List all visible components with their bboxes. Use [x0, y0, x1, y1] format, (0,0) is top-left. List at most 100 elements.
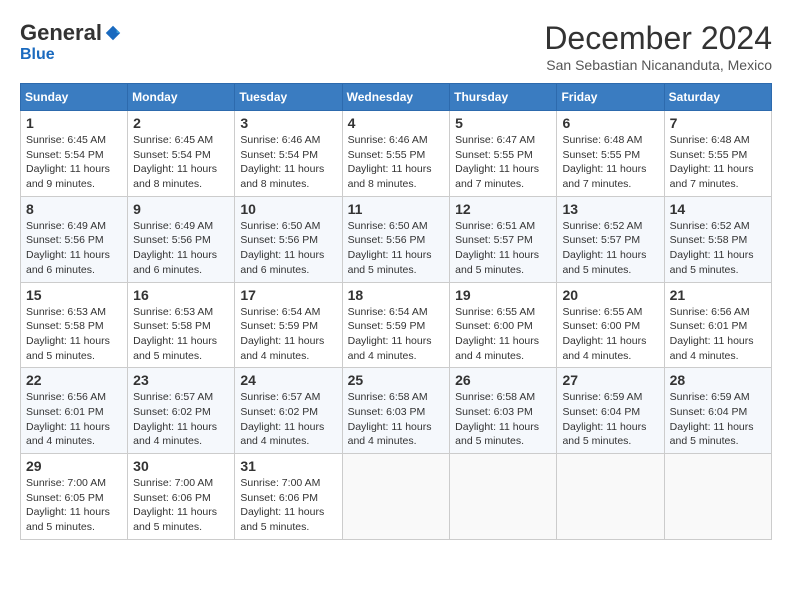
week-row: 8 Sunrise: 6:49 AMSunset: 5:56 PMDaylight… — [21, 196, 772, 282]
day-number: 14 — [670, 201, 766, 217]
calendar-cell: 12 Sunrise: 6:51 AMSunset: 5:57 PMDayligh… — [450, 196, 557, 282]
day-info: Sunrise: 6:46 AMSunset: 5:55 PMDaylight:… — [348, 133, 445, 192]
day-info: Sunrise: 6:45 AMSunset: 5:54 PMDaylight:… — [26, 133, 122, 192]
day-number: 11 — [348, 201, 445, 217]
day-info: Sunrise: 6:45 AMSunset: 5:54 PMDaylight:… — [133, 133, 229, 192]
calendar-cell: 28Sunrise: 6:59 AMSunset: 6:04 PMDayligh… — [664, 368, 771, 454]
day-number: 22 — [26, 372, 122, 388]
day-number: 10 — [240, 201, 336, 217]
day-info: Sunrise: 6:47 AMSunset: 5:55 PMDaylight:… — [455, 133, 551, 192]
calendar-cell: 31 Sunrise: 7:00 AMSunset: 6:06 PMDayligh… — [235, 454, 342, 540]
calendar-cell: 8 Sunrise: 6:49 AMSunset: 5:56 PMDaylight… — [21, 196, 128, 282]
weekday-header-row: SundayMondayTuesdayWednesdayThursdayFrid… — [21, 84, 772, 111]
day-info: Sunrise: 6:46 AMSunset: 5:54 PMDaylight:… — [240, 133, 336, 192]
day-number: 5 — [455, 115, 551, 131]
day-info: Sunrise: 6:54 AMSunset: 5:59 PMDaylight:… — [240, 305, 336, 364]
day-info: Sunrise: 6:58 AMSunset: 6:03 PMDaylight:… — [348, 390, 445, 449]
day-number: 18 — [348, 287, 445, 303]
day-info: Sunrise: 6:55 AMSunset: 6:00 PMDaylight:… — [562, 305, 658, 364]
calendar-cell — [342, 454, 450, 540]
day-info: Sunrise: 6:48 AMSunset: 5:55 PMDaylight:… — [670, 133, 766, 192]
calendar-cell — [450, 454, 557, 540]
calendar-cell: 11 Sunrise: 6:50 AMSunset: 5:56 PMDayligh… — [342, 196, 450, 282]
day-number: 1 — [26, 115, 122, 131]
calendar-cell: 10 Sunrise: 6:50 AMSunset: 5:56 PMDayligh… — [235, 196, 342, 282]
calendar-cell: 18Sunrise: 6:54 AMSunset: 5:59 PMDayligh… — [342, 282, 450, 368]
day-info: Sunrise: 6:49 AMSunset: 5:56 PMDaylight:… — [133, 219, 229, 278]
weekday-header: Monday — [128, 84, 235, 111]
calendar-cell: 17 Sunrise: 6:54 AMSunset: 5:59 PMDayligh… — [235, 282, 342, 368]
calendar-cell: 29 Sunrise: 7:00 AMSunset: 6:05 PMDayligh… — [21, 454, 128, 540]
day-number: 4 — [348, 115, 445, 131]
calendar-cell: 7 Sunrise: 6:48 AMSunset: 5:55 PMDaylight… — [664, 111, 771, 197]
location: San Sebastian Nicananduta, Mexico — [544, 57, 772, 73]
weekday-header: Saturday — [664, 84, 771, 111]
calendar-cell: 20 Sunrise: 6:55 AMSunset: 6:00 PMDayligh… — [557, 282, 664, 368]
day-info: Sunrise: 6:49 AMSunset: 5:56 PMDaylight:… — [26, 219, 122, 278]
day-info: Sunrise: 6:56 AMSunset: 6:01 PMDaylight:… — [26, 390, 122, 449]
day-number: 9 — [133, 201, 229, 217]
calendar-cell: 24Sunrise: 6:57 AMSunset: 6:02 PMDayligh… — [235, 368, 342, 454]
day-number: 7 — [670, 115, 766, 131]
day-number: 12 — [455, 201, 551, 217]
day-info: Sunrise: 6:53 AMSunset: 5:58 PMDaylight:… — [133, 305, 229, 364]
calendar-cell: 3Sunrise: 6:46 AMSunset: 5:54 PMDaylight… — [235, 111, 342, 197]
day-info: Sunrise: 6:56 AMSunset: 6:01 PMDaylight:… — [670, 305, 766, 364]
day-number: 8 — [26, 201, 122, 217]
day-info: Sunrise: 7:00 AMSunset: 6:05 PMDaylight:… — [26, 476, 122, 535]
calendar-cell: 13Sunrise: 6:52 AMSunset: 5:57 PMDayligh… — [557, 196, 664, 282]
week-row: 22 Sunrise: 6:56 AMSunset: 6:01 PMDayligh… — [21, 368, 772, 454]
calendar-cell: 5 Sunrise: 6:47 AMSunset: 5:55 PMDaylight… — [450, 111, 557, 197]
day-info: Sunrise: 6:59 AMSunset: 6:04 PMDaylight:… — [670, 390, 766, 449]
calendar-table: SundayMondayTuesdayWednesdayThursdayFrid… — [20, 83, 772, 540]
calendar-cell: 4 Sunrise: 6:46 AMSunset: 5:55 PMDaylight… — [342, 111, 450, 197]
week-row: 29 Sunrise: 7:00 AMSunset: 6:05 PMDayligh… — [21, 454, 772, 540]
weekday-header: Thursday — [450, 84, 557, 111]
day-info: Sunrise: 6:50 AMSunset: 5:56 PMDaylight:… — [240, 219, 336, 278]
calendar-cell: 19Sunrise: 6:55 AMSunset: 6:00 PMDayligh… — [450, 282, 557, 368]
day-info: Sunrise: 7:00 AMSunset: 6:06 PMDaylight:… — [240, 476, 336, 535]
day-info: Sunrise: 7:00 AMSunset: 6:06 PMDaylight:… — [133, 476, 229, 535]
calendar-cell: 25 Sunrise: 6:58 AMSunset: 6:03 PMDayligh… — [342, 368, 450, 454]
calendar-cell: 2 Sunrise: 6:45 AMSunset: 5:54 PMDaylight… — [128, 111, 235, 197]
day-number: 31 — [240, 458, 336, 474]
day-info: Sunrise: 6:58 AMSunset: 6:03 PMDaylight:… — [455, 390, 551, 449]
day-info: Sunrise: 6:48 AMSunset: 5:55 PMDaylight:… — [562, 133, 658, 192]
day-number: 19 — [455, 287, 551, 303]
calendar-cell: 9 Sunrise: 6:49 AMSunset: 5:56 PMDaylight… — [128, 196, 235, 282]
calendar-cell — [557, 454, 664, 540]
day-number: 17 — [240, 287, 336, 303]
day-info: Sunrise: 6:57 AMSunset: 6:02 PMDaylight:… — [240, 390, 336, 449]
logo-icon — [104, 24, 122, 42]
weekday-header: Tuesday — [235, 84, 342, 111]
day-number: 6 — [562, 115, 658, 131]
day-number: 29 — [26, 458, 122, 474]
title-area: December 2024 San Sebastian Nicananduta,… — [544, 20, 772, 73]
day-number: 2 — [133, 115, 229, 131]
day-number: 27 — [562, 372, 658, 388]
header: General Blue December 2024 San Sebastian… — [20, 20, 772, 73]
calendar-cell: 26Sunrise: 6:58 AMSunset: 6:03 PMDayligh… — [450, 368, 557, 454]
logo-blue: Blue — [20, 46, 55, 63]
calendar-cell: 14Sunrise: 6:52 AMSunset: 5:58 PMDayligh… — [664, 196, 771, 282]
calendar-cell: 16Sunrise: 6:53 AMSunset: 5:58 PMDayligh… — [128, 282, 235, 368]
day-number: 25 — [348, 372, 445, 388]
day-info: Sunrise: 6:51 AMSunset: 5:57 PMDaylight:… — [455, 219, 551, 278]
day-info: Sunrise: 6:50 AMSunset: 5:56 PMDaylight:… — [348, 219, 445, 278]
month-title: December 2024 — [544, 20, 772, 57]
weekday-header: Friday — [557, 84, 664, 111]
weekday-header: Wednesday — [342, 84, 450, 111]
calendar-cell: 21 Sunrise: 6:56 AMSunset: 6:01 PMDayligh… — [664, 282, 771, 368]
day-number: 13 — [562, 201, 658, 217]
calendar-cell — [664, 454, 771, 540]
day-number: 30 — [133, 458, 229, 474]
week-row: 15 Sunrise: 6:53 AMSunset: 5:58 PMDayligh… — [21, 282, 772, 368]
logo-general: General — [20, 20, 102, 46]
day-number: 20 — [562, 287, 658, 303]
day-number: 15 — [26, 287, 122, 303]
week-row: 1 Sunrise: 6:45 AMSunset: 5:54 PMDaylight… — [21, 111, 772, 197]
calendar-cell: 15Sunrise: 6:53 AMSunset: 5:58 PMDayligh… — [21, 282, 128, 368]
calendar-cell: 23Sunrise: 6:57 AMSunset: 6:02 PMDayligh… — [128, 368, 235, 454]
day-number: 23 — [133, 372, 229, 388]
day-number: 21 — [670, 287, 766, 303]
